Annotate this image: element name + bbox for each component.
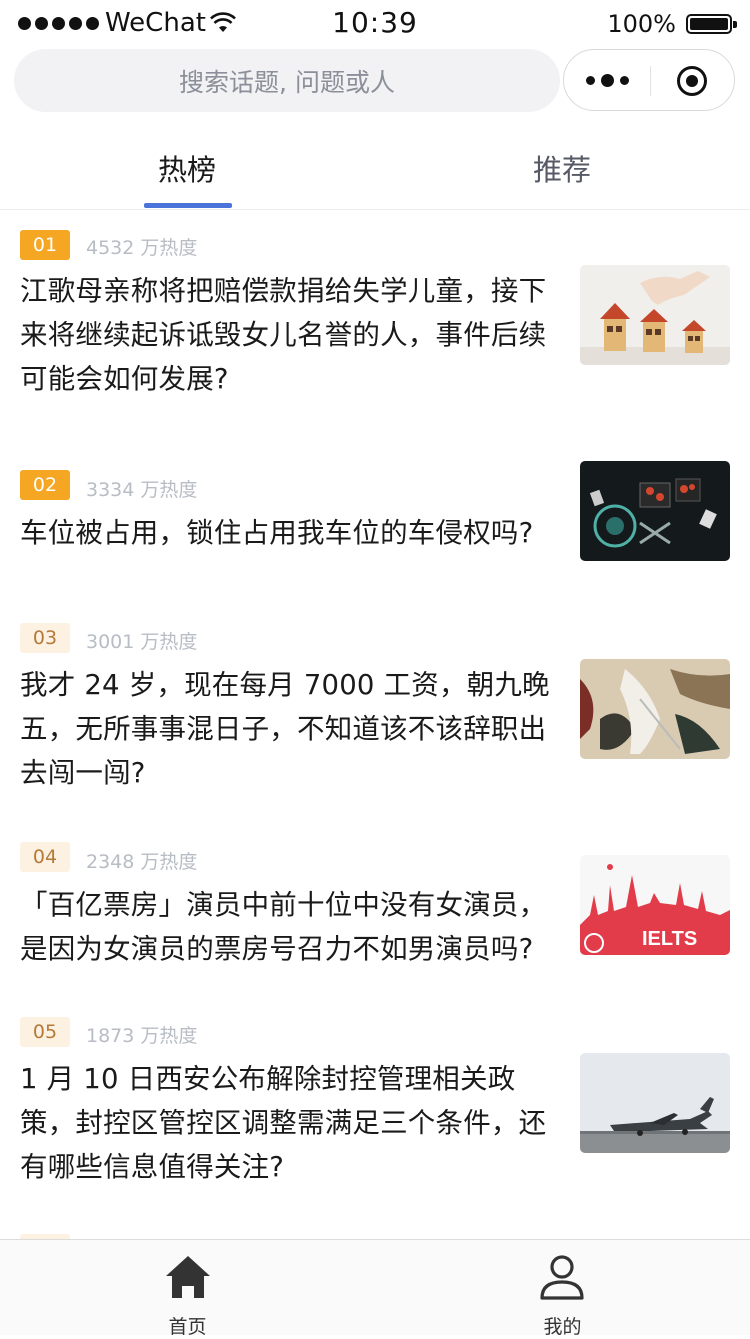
jet-thumbnail <box>580 1053 730 1153</box>
ielts-thumbnail: IELTS <box>580 855 730 955</box>
rank-badge: 03 <box>20 623 70 653</box>
battery-icon <box>686 14 737 34</box>
item-title: 我才 24 岁，现在每月 7000 工资，朝九晚 五，无所事事混日子，不知道该不该… <box>20 669 550 789</box>
search-input[interactable]: 搜索话题, 问题或人 <box>14 49 560 112</box>
item-title: 江歌母亲称将把赔偿款捐给失学儿童，接下 来将继续起诉诋毁女儿名誉的人，事件后续 可能… <box>20 275 547 395</box>
rank-badge: 05 <box>20 1017 70 1047</box>
rank-badge: 04 <box>20 842 70 872</box>
heat-count: 1873 万热度 <box>86 1025 198 1047</box>
heat-count: 4532 万热度 <box>86 237 198 259</box>
rank-badge: 02 <box>20 470 70 500</box>
bottom-tab-bar: 首页 我的 <box>0 1239 750 1338</box>
heat-count: 3334 万热度 <box>86 479 198 501</box>
tab-recommend[interactable]: 推荐 <box>533 147 591 189</box>
battery-indicator: 100% <box>607 10 737 38</box>
battery-percent: 100% <box>607 10 676 38</box>
rank-badge: 01 <box>20 230 70 260</box>
user-icon <box>540 1255 584 1300</box>
dark-tech-thumbnail <box>580 461 730 561</box>
item-title: 「百亿票房」演员中前十位中没有女演员， 是因为女演员的票房号召力不如男演员吗? <box>20 889 547 965</box>
svg-text:IELTS: IELTS <box>642 928 697 950</box>
item-title: 车位被占用，锁住占用我车位的车侵权吗? <box>20 517 534 549</box>
tab-hot[interactable]: 热榜 <box>158 147 216 189</box>
active-tab-indicator <box>144 203 232 208</box>
tab-mine[interactable]: 我的 <box>375 1240 750 1338</box>
item-title: 1 月 10 日西安公布解除封控管理相关政 策，封控区管控区调整需满足三个条件，还… <box>20 1063 547 1183</box>
miniprogram-capsule <box>563 49 735 111</box>
tab-home-label: 首页 <box>168 1316 207 1338</box>
status-bar: WeChat 10:39 100% <box>0 0 750 46</box>
tab-home[interactable]: 首页 <box>0 1240 375 1338</box>
tab-mine-label: 我的 <box>543 1316 582 1338</box>
heat-count: 3001 万热度 <box>86 631 198 653</box>
more-dots-icon[interactable] <box>586 74 629 87</box>
target-icon[interactable] <box>676 65 708 97</box>
houses-thumbnail <box>580 265 730 365</box>
art-thumbnail <box>580 659 730 759</box>
tab-bar-top: 热榜 推荐 <box>0 125 750 210</box>
heat-count: 2348 万热度 <box>86 851 198 873</box>
capsule-divider <box>650 66 651 96</box>
home-icon <box>166 1256 210 1298</box>
search-placeholder: 搜索话题, 问题或人 <box>179 67 395 97</box>
